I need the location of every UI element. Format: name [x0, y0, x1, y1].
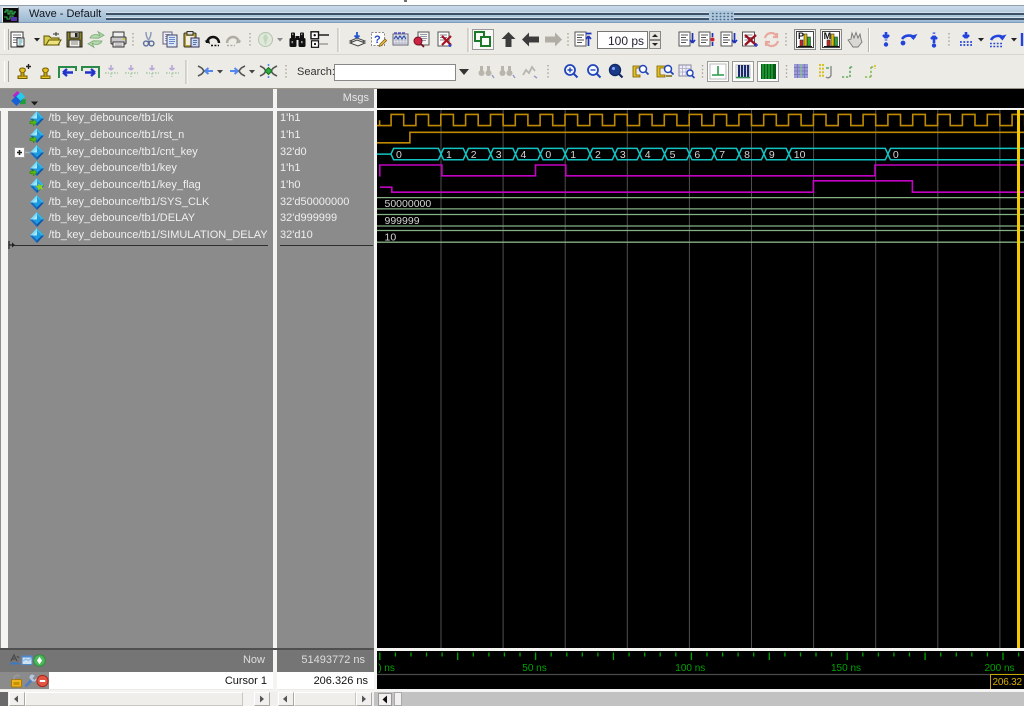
svg-text:50000000: 50000000 — [385, 198, 432, 210]
svg-text:4: 4 — [521, 149, 527, 161]
svg-text:8: 8 — [744, 149, 750, 161]
svg-text:0: 0 — [893, 149, 899, 161]
svg-text:3: 3 — [620, 149, 626, 161]
svg-text:4: 4 — [645, 149, 651, 161]
svg-text:0: 0 — [545, 149, 551, 161]
svg-text:) ns: ) ns — [378, 663, 395, 674]
svg-text:5: 5 — [670, 149, 676, 161]
svg-text:3: 3 — [496, 149, 502, 161]
svg-text:1: 1 — [446, 149, 452, 161]
svg-text:0: 0 — [396, 149, 402, 161]
svg-text:P: P — [798, 31, 804, 41]
svg-text:10: 10 — [794, 149, 806, 161]
svg-text:50 ns: 50 ns — [522, 663, 546, 674]
svg-text:M: M — [824, 31, 832, 41]
svg-text:2: 2 — [595, 149, 601, 161]
svg-text:7: 7 — [719, 149, 725, 161]
svg-text:10: 10 — [385, 231, 397, 243]
svg-text:150 ns: 150 ns — [831, 663, 861, 674]
svg-text:100 ns: 100 ns — [675, 663, 705, 674]
svg-text:999999: 999999 — [385, 215, 420, 227]
svg-text:200 ns: 200 ns — [984, 663, 1014, 674]
svg-text:6: 6 — [694, 149, 700, 161]
svg-text:2: 2 — [471, 149, 477, 161]
svg-text:1: 1 — [570, 149, 576, 161]
svg-text:9: 9 — [769, 149, 775, 161]
